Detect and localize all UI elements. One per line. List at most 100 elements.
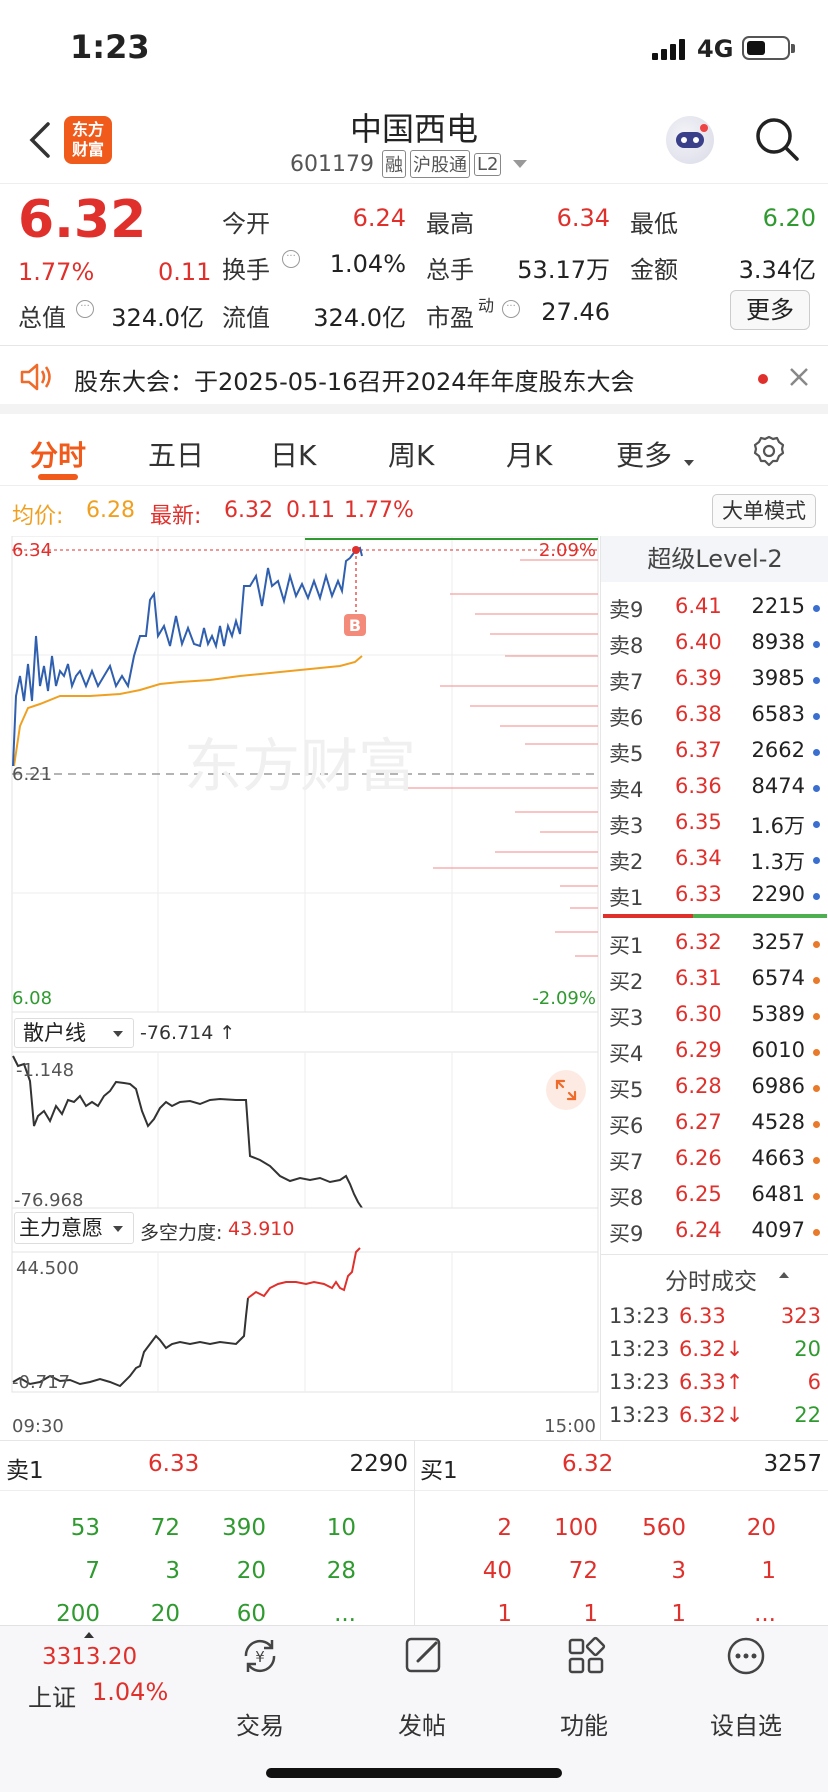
queue-sell-cell: 60	[236, 1601, 266, 1627]
buys-row[interactable]: 买3 6.30 5389	[601, 998, 828, 1034]
triangle-down-icon	[684, 460, 694, 466]
order-price: 6.39	[675, 666, 722, 690]
sells-row[interactable]: 卖2 6.34 1.3万	[601, 842, 828, 878]
avg-value: 6.28	[86, 498, 135, 523]
nav-trade[interactable]: ¥ 交易	[190, 1626, 330, 1746]
tab-monthly-k[interactable]: 月K	[506, 434, 552, 474]
order-dot-icon	[813, 1013, 820, 1020]
settings-icon[interactable]	[752, 434, 786, 468]
large-order-mode-button[interactable]: 大单模式	[712, 494, 816, 528]
amount-label: 金额	[630, 256, 678, 284]
order-volume: 6481	[751, 1182, 805, 1206]
queue-sell-vol: 2290	[349, 1451, 408, 1477]
sells-row[interactable]: 卖8 6.40 8938	[601, 626, 828, 662]
expand-icon[interactable]	[546, 1070, 586, 1110]
order-dot-icon	[813, 1229, 820, 1236]
info-icon[interactable]: ···	[502, 300, 520, 318]
order-level-label: 买1	[609, 934, 644, 958]
tab-intraday[interactable]: 分时	[30, 434, 86, 474]
speaker-icon	[18, 362, 54, 392]
order-level-label: 卖6	[609, 706, 644, 730]
tab-five-day[interactable]: 五日	[148, 434, 204, 474]
queue-sell-cell: 10	[326, 1515, 356, 1541]
order-volume: 1.6万	[750, 814, 805, 838]
sells-row[interactable]: 卖6 6.38 6583	[601, 698, 828, 734]
pe-label: 市盈	[426, 304, 474, 332]
order-level-label: 卖4	[609, 778, 644, 802]
buys-row[interactable]: 买6 6.27 4528	[601, 1106, 828, 1142]
tab-weekly-k[interactable]: 周K	[388, 434, 434, 474]
tab-more[interactable]: 更多	[616, 434, 672, 474]
order-level-label: 买2	[609, 970, 644, 994]
queue-sell-cell: 200	[56, 1601, 100, 1627]
sells-row[interactable]: 卖1 6.33 2290	[601, 878, 828, 914]
buys-row[interactable]: 买9 6.24 4097	[601, 1214, 828, 1250]
search-icon[interactable]	[754, 116, 800, 162]
volume-value: 53.17万	[517, 256, 610, 284]
nav-post[interactable]: 发帖	[352, 1626, 492, 1746]
order-price: 6.31	[675, 966, 722, 990]
buys-row[interactable]: 买8 6.25 6481	[601, 1178, 828, 1214]
chart-svg: 东方财富 B 6.34 6.21 6.08 2.09% -2.09% -1.14…	[11, 535, 599, 1437]
level2-title[interactable]: 超级Level-2	[601, 536, 828, 582]
order-dot-icon	[813, 1157, 820, 1164]
total-value: 324.0亿	[111, 304, 204, 332]
close-icon[interactable]	[788, 366, 810, 388]
queue-buy-label: 买1	[420, 1458, 458, 1484]
nav-trade-label: 交易	[236, 1712, 284, 1740]
buys-row[interactable]: 买2 6.31 6574	[601, 962, 828, 998]
order-level-label: 买4	[609, 1042, 644, 1066]
order-volume: 4528	[751, 1110, 805, 1134]
sells-row[interactable]: 卖9 6.41 2215	[601, 590, 828, 626]
order-level-label: 卖1	[609, 886, 644, 910]
intraday-chart[interactable]: 东方财富 B 6.34 6.21 6.08 2.09% -2.09% -1.14…	[0, 535, 600, 1440]
notice-bar[interactable]: 股东大会：于2025-05-16召开2024年年度股东大会	[0, 346, 828, 414]
buys-row[interactable]: 买4 6.29 6010	[601, 1034, 828, 1070]
trade-time: 13:23	[609, 1370, 670, 1394]
info-icon[interactable]: ···	[76, 300, 94, 318]
tab-daily-k[interactable]: 日K	[270, 434, 316, 474]
info-icon[interactable]: ···	[282, 250, 300, 268]
float-value: 324.0亿	[313, 304, 406, 332]
nav-functions[interactable]: 功能	[514, 1626, 654, 1746]
main-force-select[interactable]: 主力意愿	[14, 1212, 134, 1244]
sells-row[interactable]: 卖7 6.39 3985	[601, 662, 828, 698]
order-dot-icon	[813, 749, 820, 756]
retail-line-select[interactable]: 散户线	[14, 1018, 134, 1048]
volume-label: 总手	[426, 256, 474, 284]
price-axis-mid: 6.21	[12, 764, 52, 785]
order-volume: 6986	[751, 1074, 805, 1098]
queue-sell-cell: 7	[85, 1558, 100, 1584]
stock-code-row[interactable]: 601179 融 沪股通 L2	[290, 150, 528, 178]
trade-price: 6.32↓	[679, 1337, 744, 1361]
buys-row[interactable]: 买7 6.26 4663	[601, 1142, 828, 1178]
queue-buy-cell: 1	[583, 1601, 598, 1627]
buys-row[interactable]: 买5 6.28 6986	[601, 1070, 828, 1106]
triangle-up-icon	[84, 1632, 94, 1638]
order-level-label: 卖2	[609, 850, 644, 874]
order-volume: 4097	[751, 1218, 805, 1242]
more-button[interactable]: 更多	[730, 290, 810, 330]
level2-panel: 超级Level-2 卖9 6.41 2215 卖8 6.40 8938 卖7 6.39 3985…	[600, 536, 828, 1440]
order-price: 6.34	[675, 846, 722, 870]
order-dot-icon	[813, 605, 820, 612]
trade-icon: ¥	[238, 1634, 282, 1678]
sells-row[interactable]: 卖3 6.35 1.6万	[601, 806, 828, 842]
sells-row[interactable]: 卖5 6.37 2662	[601, 734, 828, 770]
low-value: 6.20	[762, 204, 816, 232]
queue-buy-cell: 1	[761, 1558, 776, 1584]
trade-volume: 20	[794, 1337, 821, 1361]
buys-row[interactable]: 买1 6.32 3257	[601, 926, 828, 962]
robot-assistant-icon[interactable]	[666, 116, 714, 164]
nav-functions-label: 功能	[560, 1712, 608, 1740]
queue-buy-cell: 1	[497, 1601, 512, 1627]
order-level-label: 买8	[609, 1186, 644, 1210]
trades-title[interactable]: 分时成交	[665, 1262, 757, 1296]
nav-add-watchlist[interactable]: 设自选	[676, 1626, 816, 1746]
order-price: 6.30	[675, 1002, 722, 1026]
pe-superscript: 动	[478, 296, 495, 315]
sells-row[interactable]: 卖4 6.36 8474	[601, 770, 828, 806]
order-dot-icon	[813, 1121, 820, 1128]
index-widget[interactable]: 3313.20 上证 1.04%	[0, 1626, 180, 1746]
queue-buy-cell: 1	[671, 1601, 686, 1627]
